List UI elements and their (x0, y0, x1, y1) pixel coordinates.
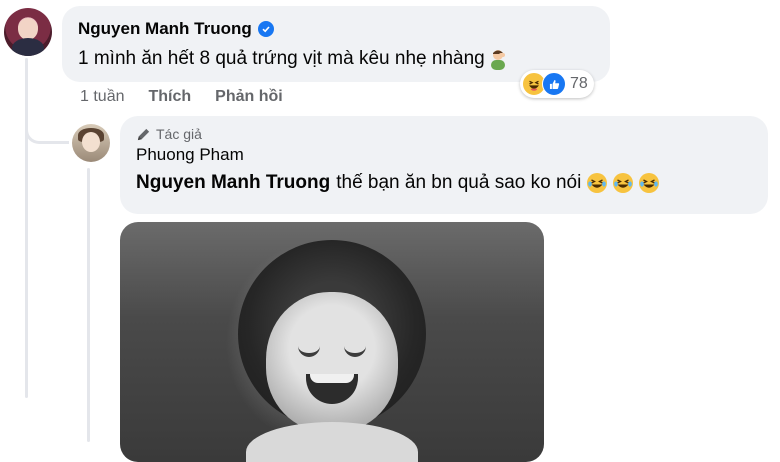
reply-author-name[interactable]: Phuong Pham (136, 144, 752, 166)
laughing-crying-emoji-icon (639, 173, 660, 193)
laughing-crying-emoji-icon (587, 173, 608, 193)
comment-text: 1 mình ăn hết 8 quả trứng vịt mà kêu nhẹ… (78, 48, 485, 69)
reply-bubble: Tác giả Phuong Pham Nguyen Manh Truong t… (120, 116, 768, 214)
thread-connector-curve (25, 100, 69, 144)
reply-text-row: Nguyen Manh Truong thế bạn ăn bn quả sao… (136, 170, 752, 196)
reply-button[interactable]: Phản hồi (215, 84, 283, 110)
reaction-summary[interactable]: 78 (520, 70, 594, 98)
comment-author-name[interactable]: Nguyen Manh Truong (78, 18, 252, 40)
mention-link[interactable]: Nguyen Manh Truong (136, 170, 330, 196)
like-button[interactable]: Thích (148, 84, 191, 110)
comment-text-row: 1 mình ăn hết 8 quả trứng vịt mà kêu nhẹ… (78, 46, 594, 72)
avatar-face (18, 18, 38, 40)
reaction-count: 78 (570, 75, 588, 92)
pen-icon (137, 128, 150, 140)
laughing-crying-emoji-icon (613, 173, 634, 193)
author-badge: Tác giả (136, 126, 752, 142)
gif-child-teeth (310, 374, 354, 383)
reply-thread-line (87, 168, 90, 442)
man-facepalming-emoji-icon (487, 48, 509, 70)
like-reaction-icon (542, 72, 566, 96)
verified-badge-icon (257, 21, 274, 37)
reply-text: thế bạn ăn bn quả sao ko nói (336, 172, 582, 193)
comment-author-row: Nguyen Manh Truong (78, 18, 594, 40)
gif-child-face (266, 292, 398, 432)
comment-actions: 1 tuần Thích Phản hồi (80, 84, 283, 110)
reply-author-avatar[interactable] (72, 124, 110, 162)
commenter-avatar[interactable] (4, 8, 52, 56)
avatar-face (82, 132, 100, 152)
reply-gif-image[interactable] (120, 222, 544, 462)
avatar-shirt (12, 38, 44, 56)
author-badge-label: Tác giả (156, 126, 202, 142)
comment-timestamp[interactable]: 1 tuần (80, 84, 124, 110)
